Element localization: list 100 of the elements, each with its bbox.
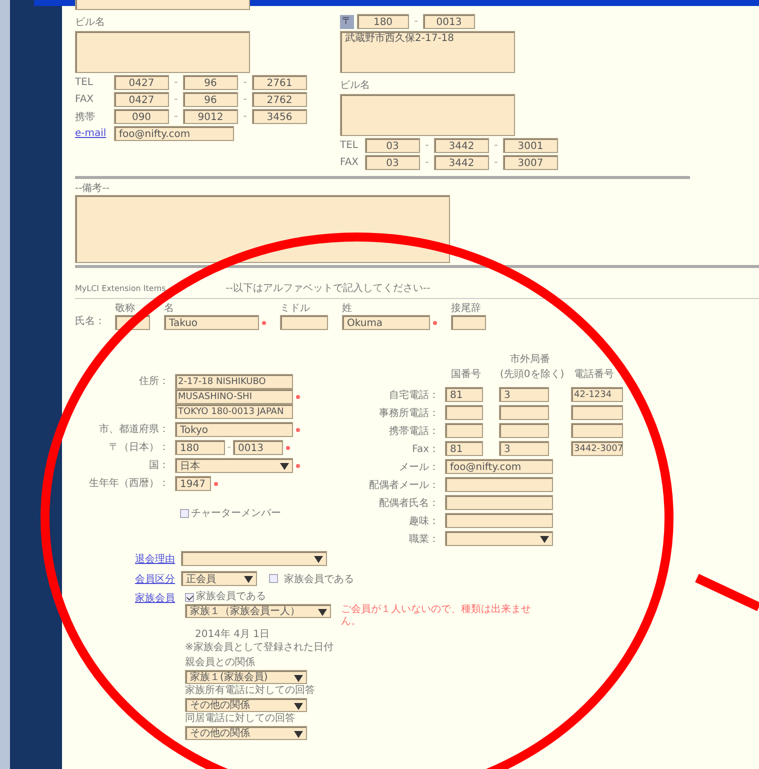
- input-field[interactable]: [445, 405, 483, 420]
- input-field[interactable]: 0013: [423, 14, 475, 29]
- input-field[interactable]: [451, 315, 486, 330]
- section-note: --以下はアルファベットで記入してください--: [226, 282, 430, 295]
- input-field[interactable]: 3: [499, 387, 549, 402]
- family-type-select[interactable]: 家族１（家族会員ー人）: [185, 604, 331, 618]
- input-field[interactable]: 0427: [114, 75, 169, 90]
- email-link[interactable]: e-mail: [75, 128, 111, 139]
- input-field[interactable]: 0013: [233, 440, 283, 455]
- input-field[interactable]: TOKYO 180-0013 JAPAN: [175, 404, 293, 419]
- input-field[interactable]: 0427: [114, 92, 169, 107]
- separator: -: [173, 77, 179, 88]
- input-field[interactable]: 2-17-18 NISHIKUBO: [175, 374, 293, 389]
- separator: -: [493, 157, 499, 168]
- family-member-link[interactable]: 家族会員: [119, 591, 175, 605]
- relation-select[interactable]: その他の関係: [185, 698, 307, 712]
- checkbox[interactable]: [185, 592, 194, 602]
- input-field[interactable]: [499, 405, 549, 420]
- checkbox-label: 家族会員である: [196, 591, 266, 603]
- input-field[interactable]: 03: [365, 138, 420, 153]
- input-field[interactable]: 03: [365, 155, 420, 170]
- field-label: 国：: [148, 459, 170, 472]
- caret-icon: [280, 463, 289, 470]
- member-type-select[interactable]: 正会員: [181, 571, 257, 586]
- date-text: 2014年 4月 1日: [195, 629, 271, 641]
- input-field[interactable]: foo@nifty.com: [445, 459, 553, 474]
- column-heading: 国番号: [450, 368, 482, 382]
- field-label: 携帯電話：: [388, 424, 440, 438]
- input-field[interactable]: 1947: [175, 476, 211, 491]
- input-field[interactable]: [445, 495, 553, 510]
- input-field[interactable]: 3: [499, 441, 549, 456]
- input-field[interactable]: 96: [183, 75, 238, 90]
- separator: -: [242, 111, 248, 122]
- text-area[interactable]: [75, 31, 250, 73]
- input-field[interactable]: [571, 423, 623, 438]
- input-field[interactable]: [445, 423, 483, 438]
- separator: -: [493, 140, 499, 151]
- input-field[interactable]: 96: [183, 92, 238, 107]
- field-label: ビル名: [340, 79, 371, 92]
- input-field[interactable]: 9012: [183, 109, 238, 124]
- input-field[interactable]: [445, 477, 553, 492]
- input-field[interactable]: [75, 0, 250, 10]
- input-field[interactable]: Okuma: [342, 315, 430, 330]
- field-label: Fax：: [411, 442, 440, 456]
- caret-icon: [314, 556, 323, 563]
- input-field[interactable]: 2762: [252, 92, 307, 107]
- input-field[interactable]: Tokyo: [175, 422, 293, 437]
- caret-icon: [294, 731, 303, 738]
- input-field[interactable]: 81: [445, 441, 483, 456]
- field-label: 配偶者メール：: [368, 478, 440, 492]
- input-field[interactable]: 3456: [252, 109, 307, 124]
- input-field[interactable]: [499, 423, 549, 438]
- field-label: TEL: [340, 140, 359, 151]
- input-field[interactable]: [280, 315, 328, 330]
- checkbox[interactable]: [180, 508, 189, 518]
- column-heading: 敬称: [115, 302, 136, 315]
- input-field[interactable]: MUSASHINO-SHI: [175, 389, 293, 404]
- withdraw-reason-link[interactable]: 退会理由: [119, 552, 175, 566]
- input-field[interactable]: 42-1234: [571, 387, 623, 402]
- date-note: ※家族会員として登録された日付: [185, 642, 334, 654]
- reason-select[interactable]: [181, 551, 327, 566]
- text-area[interactable]: 武蔵野市西久保2-17-18: [340, 31, 515, 73]
- input-field[interactable]: 3442: [434, 155, 489, 170]
- occupation-select[interactable]: [445, 531, 553, 546]
- checkbox-label: 家族会員である: [284, 572, 354, 586]
- field-label: 市、都道府県：: [98, 422, 170, 436]
- relation-select[interactable]: その他の関係: [185, 726, 307, 740]
- field-label: 氏名：: [75, 314, 106, 329]
- relation-select[interactable]: 家族１(家族会員): [185, 670, 307, 684]
- input-field[interactable]: [445, 513, 553, 528]
- field-label: 〒（日本）：: [108, 440, 170, 454]
- field-label: メール：: [398, 460, 440, 474]
- input-field[interactable]: 3442: [434, 138, 489, 153]
- country-select[interactable]: 日本: [175, 458, 293, 473]
- text-area[interactable]: [75, 195, 450, 263]
- input-field[interactable]: 180: [357, 14, 409, 29]
- zip-button[interactable]: 〒: [340, 14, 354, 28]
- input-field[interactable]: 3001: [503, 138, 558, 153]
- field-label: 配偶者氏名：: [378, 496, 440, 510]
- text-area[interactable]: [340, 94, 515, 136]
- input-field[interactable]: 090: [114, 109, 169, 124]
- field-label: 事務所電話：: [378, 406, 440, 420]
- input-field[interactable]: 2761: [252, 75, 307, 90]
- field-label: FAX: [75, 94, 95, 105]
- column-heading: 接尾辞: [451, 302, 482, 315]
- field-label: 家族所有電話に対しての回答: [185, 685, 316, 697]
- input-field[interactable]: 180: [175, 440, 225, 455]
- separator: -: [173, 111, 179, 122]
- checkbox[interactable]: [269, 574, 278, 583]
- section-label: --備考--: [75, 182, 110, 195]
- input-field[interactable]: 3007: [503, 155, 558, 170]
- field-label: 親会員との関係: [185, 657, 256, 669]
- member-type-link[interactable]: 会員区分: [119, 572, 175, 586]
- input-field[interactable]: foo@nifty.com: [114, 126, 234, 141]
- input-field[interactable]: Takuo: [164, 315, 259, 330]
- input-field[interactable]: [571, 405, 623, 420]
- field-label: 同居電話に対しての回答: [185, 713, 296, 725]
- input-field[interactable]: 81: [445, 387, 483, 402]
- input-field[interactable]: 3442-3007: [571, 441, 623, 456]
- field-label: ビル名: [75, 16, 106, 29]
